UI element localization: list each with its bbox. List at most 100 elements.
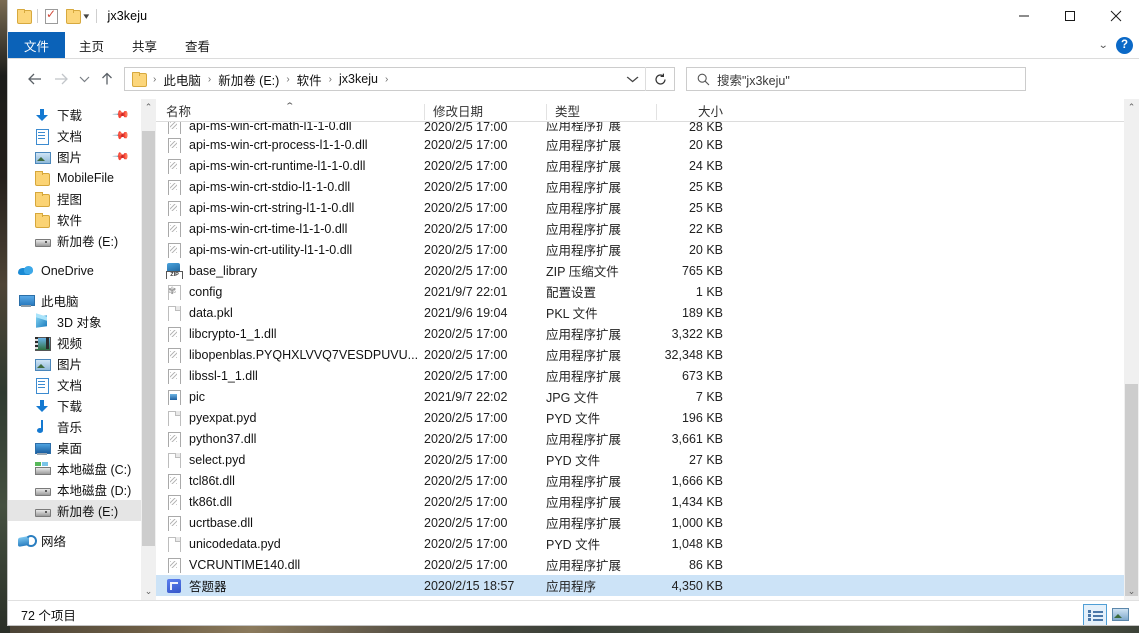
- sidebar-item-label: 本地磁盘 (D:): [57, 480, 131, 499]
- table-row[interactable]: ucrtbase.dll 2020/2/5 17:00 应用程序扩展 1,000…: [156, 512, 1139, 533]
- table-row[interactable]: tk86t.dll 2020/2/5 17:00 应用程序扩展 1,434 KB: [156, 491, 1139, 512]
- scroll-down-icon[interactable]: ⌄: [1124, 583, 1139, 600]
- sidebar-item-nietu[interactable]: 捏图: [8, 188, 156, 209]
- file-type-cell: 应用程序扩展: [546, 135, 656, 154]
- scroll-down-icon[interactable]: ⌄: [141, 583, 156, 600]
- file-name-cell: pyexpat.pyd: [156, 410, 424, 426]
- table-row[interactable]: libopenblas.PYQHXLVVQ7VESDPUVU... 2020/2…: [156, 344, 1139, 365]
- file-date-cell: 2020/2/5 17:00: [424, 180, 546, 194]
- tab-view[interactable]: 查看: [171, 32, 224, 58]
- sidebar-item-downloads-qa[interactable]: 下载 📌: [8, 104, 156, 125]
- maximize-button[interactable]: [1047, 0, 1093, 31]
- pin-icon[interactable]: 📌: [112, 105, 131, 124]
- up-button[interactable]: [94, 66, 120, 92]
- sidebar-item-local-disk-c[interactable]: 本地磁盘 (C:): [8, 458, 156, 479]
- file-date-cell: 2020/2/5 17:00: [424, 159, 546, 173]
- table-row[interactable]: libcrypto-1_1.dll 2020/2/5 17:00 应用程序扩展 …: [156, 323, 1139, 344]
- computer-icon: [18, 293, 34, 309]
- table-row[interactable]: 答题器 2020/2/15 18:57 应用程序 4,350 KB: [156, 575, 1139, 596]
- table-row[interactable]: python37.dll 2020/2/5 17:00 应用程序扩展 3,661…: [156, 428, 1139, 449]
- pin-icon[interactable]: 📌: [112, 126, 131, 145]
- file-name-cell: api-ms-win-crt-stdio-l1-1-0.dll: [156, 179, 424, 195]
- table-row[interactable]: api-ms-win-crt-string-l1-1-0.dll 2020/2/…: [156, 197, 1139, 218]
- refresh-button[interactable]: [645, 67, 674, 91]
- sidebar-item-mobilefile[interactable]: MobileFile: [8, 167, 156, 188]
- forward-button[interactable]: [48, 66, 74, 92]
- scrollbar-thumb[interactable]: [1125, 384, 1138, 596]
- sidebar-item-local-disk-d[interactable]: 本地磁盘 (D:): [8, 479, 156, 500]
- table-row[interactable]: api-ms-win-crt-runtime-l1-1-0.dll 2020/2…: [156, 155, 1139, 176]
- breadcrumb-separator[interactable]: ›: [325, 74, 336, 85]
- sidebar-item-new-volume-e-qa[interactable]: 新加卷 (E:): [8, 230, 156, 251]
- close-button[interactable]: [1093, 0, 1139, 31]
- table-row[interactable]: api-ms-win-crt-process-l1-1-0.dll 2020/2…: [156, 134, 1139, 155]
- column-header-type[interactable]: 类型: [546, 104, 656, 120]
- table-row[interactable]: api-ms-win-crt-utility-l1-1-0.dll 2020/2…: [156, 239, 1139, 260]
- breadcrumb-separator[interactable]: ›: [204, 74, 215, 85]
- breadcrumb-separator[interactable]: ›: [282, 74, 293, 85]
- details-view-button[interactable]: [1083, 604, 1107, 625]
- column-header-date[interactable]: 修改日期: [424, 104, 546, 120]
- folder-icon[interactable]: [16, 9, 32, 23]
- table-row[interactable]: config 2021/9/7 22:01 配置设置 1 KB: [156, 281, 1139, 302]
- sidebar-item-documents-qa[interactable]: 文档 📌: [8, 125, 156, 146]
- sidebar-item-music[interactable]: 音乐: [8, 416, 156, 437]
- table-row[interactable]: api-ms-win-crt-math-l1-1-0.dll 2020/2/5 …: [156, 122, 1139, 134]
- table-row[interactable]: VCRUNTIME140.dll 2020/2/5 17:00 应用程序扩展 8…: [156, 554, 1139, 575]
- column-header-size[interactable]: 大小: [656, 104, 731, 120]
- address-bar[interactable]: › 此电脑 › 新加卷 (E:) › 软件 › jx3keju ›: [124, 67, 675, 91]
- table-row[interactable]: tcl86t.dll 2020/2/5 17:00 应用程序扩展 1,666 K…: [156, 470, 1139, 491]
- new-folder-icon[interactable]: [65, 9, 81, 23]
- scroll-up-icon[interactable]: ⌃: [1124, 99, 1139, 116]
- breadcrumb-item-software[interactable]: 软件: [294, 70, 325, 89]
- scrollbar-thumb[interactable]: [142, 131, 155, 546]
- table-row[interactable]: libssl-1_1.dll 2020/2/5 17:00 应用程序扩展 673…: [156, 365, 1139, 386]
- column-header-row: 名称 修改日期 类型 大小: [156, 99, 1139, 122]
- sidebar-item-videos[interactable]: 视频: [8, 332, 156, 353]
- search-input[interactable]: 搜索"jx3keju": [717, 70, 790, 89]
- sidebar-item-new-volume-e[interactable]: 新加卷 (E:): [8, 500, 156, 521]
- chevron-down-icon[interactable]: ⌄: [1098, 40, 1108, 51]
- chevron-down-icon[interactable]: ▾: [83, 12, 89, 21]
- breadcrumb-separator[interactable]: ›: [381, 74, 392, 85]
- table-row[interactable]: api-ms-win-crt-stdio-l1-1-0.dll 2020/2/5…: [156, 176, 1139, 197]
- file-list-scrollbar[interactable]: ⌃ ⌄: [1124, 99, 1139, 600]
- system-drive-icon: [34, 461, 50, 477]
- address-dropdown-icon[interactable]: [616, 75, 647, 83]
- table-row[interactable]: unicodedata.pyd 2020/2/5 17:00 PYD 文件 1,…: [156, 533, 1139, 554]
- table-row[interactable]: pyexpat.pyd 2020/2/5 17:00 PYD 文件 196 KB: [156, 407, 1139, 428]
- minimize-button[interactable]: [1001, 0, 1047, 31]
- blank-file-icon: [166, 305, 182, 321]
- breadcrumb-item-drive-e[interactable]: 新加卷 (E:): [215, 70, 282, 89]
- help-icon[interactable]: ?: [1116, 37, 1133, 54]
- table-row[interactable]: data.pkl 2021/9/6 19:04 PKL 文件 189 KB: [156, 302, 1139, 323]
- search-box[interactable]: 搜索"jx3keju": [686, 67, 1026, 91]
- table-row[interactable]: api-ms-win-crt-time-l1-1-0.dll 2020/2/5 …: [156, 218, 1139, 239]
- sidebar-item-this-pc[interactable]: 此电脑: [8, 290, 156, 311]
- scroll-up-icon[interactable]: ⌃: [145, 99, 153, 116]
- sidebar-item-desktop[interactable]: 桌面: [8, 437, 156, 458]
- recent-locations-button[interactable]: [74, 66, 94, 92]
- sidebar-item-pictures-qa[interactable]: 图片 📌: [8, 146, 156, 167]
- sidebar-item-network[interactable]: 网络: [8, 530, 156, 551]
- file-name-cell: 答题器: [156, 576, 424, 595]
- table-row[interactable]: pic 2021/9/7 22:02 JPG 文件 7 KB: [156, 386, 1139, 407]
- sidebar-item-onedrive[interactable]: OneDrive: [8, 260, 156, 281]
- back-button[interactable]: [22, 66, 48, 92]
- table-row[interactable]: select.pyd 2020/2/5 17:00 PYD 文件 27 KB: [156, 449, 1139, 470]
- sidebar-item-pictures[interactable]: 图片: [8, 353, 156, 374]
- sidebar-item-downloads[interactable]: 下载: [8, 395, 156, 416]
- properties-icon[interactable]: [43, 9, 59, 23]
- tab-file[interactable]: 文件: [8, 32, 65, 58]
- tab-home[interactable]: 主页: [65, 32, 118, 58]
- table-row[interactable]: base_library 2020/2/5 17:00 ZIP 压缩文件 765…: [156, 260, 1139, 281]
- sidebar-item-documents[interactable]: 文档: [8, 374, 156, 395]
- pin-icon[interactable]: 📌: [112, 147, 131, 166]
- navigation-scrollbar[interactable]: ⌃ ⌄: [141, 99, 156, 600]
- breadcrumb-item-jx3keju[interactable]: jx3keju: [336, 72, 381, 86]
- breadcrumb-item-this-pc[interactable]: 此电脑: [160, 70, 204, 89]
- large-icons-view-button[interactable]: [1109, 604, 1131, 624]
- tab-share[interactable]: 共享: [118, 32, 171, 58]
- sidebar-item-software[interactable]: 软件: [8, 209, 156, 230]
- sidebar-item-3d-objects[interactable]: 3D 对象: [8, 311, 156, 332]
